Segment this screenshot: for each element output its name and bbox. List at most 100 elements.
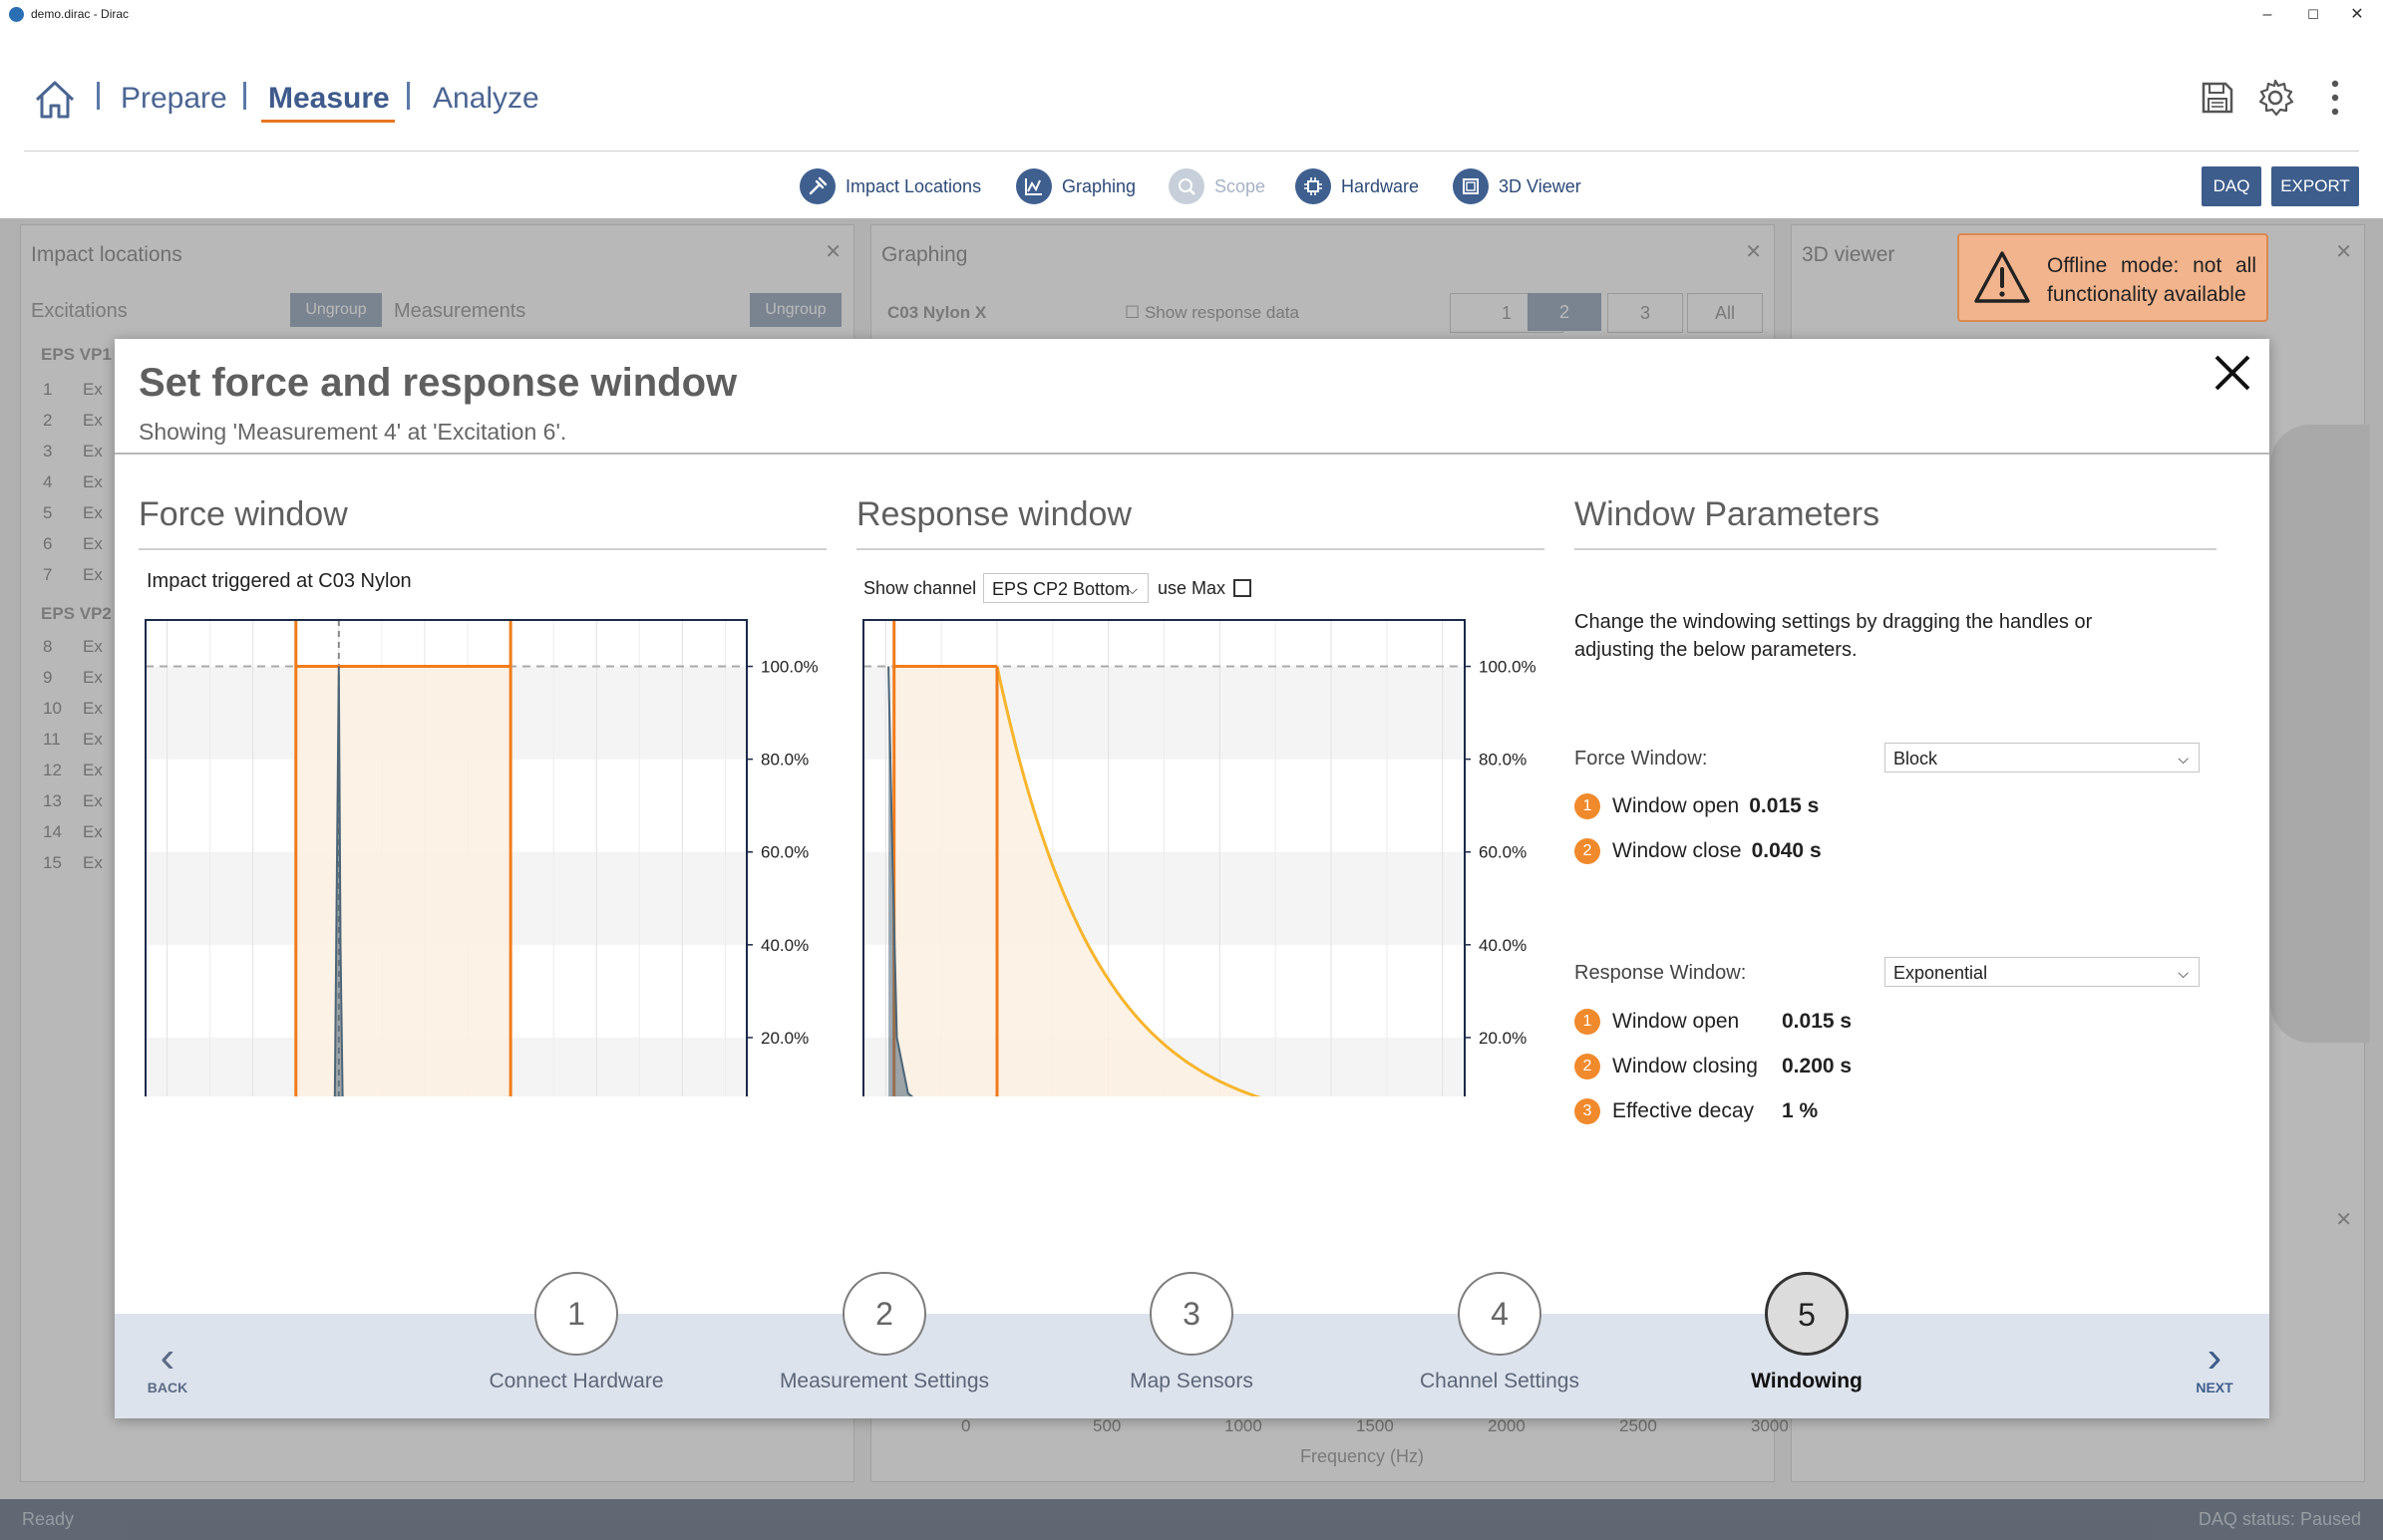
param-label: Window closing [1612,1055,1758,1078]
param-value[interactable]: 0.200 s [1782,1055,1852,1078]
dialog-title: Set force and response window [139,361,738,405]
back-button[interactable]: ‹ BACK [133,1333,202,1396]
show-channel-label: Show channel [863,578,977,598]
response-window-chart[interactable]: 0.0000.2000.4000.6000.8001.0000.0%20.0%4… [847,618,1564,1096]
tool-label: Hardware [1341,175,1420,196]
response-window-label: Response Window: [1574,962,1747,984]
param-label: Window open [1612,794,1740,817]
section-divider [1574,548,2216,550]
force-window-type-select[interactable]: Block ⌵ [1884,743,2200,772]
nav-measure[interactable]: Measure [268,82,390,116]
home-icon[interactable] [33,78,77,122]
channel-select-value: EPS CP2 Bottom [992,579,1131,599]
tool-hardware[interactable]: Hardware [1295,166,1419,206]
step-badge: 1 [1574,1009,1600,1035]
step-4-circle[interactable]: 4 [1458,1272,1541,1356]
step-2-circle[interactable]: 2 [843,1272,926,1356]
force-window-close-row[interactable]: 2 Window close 0.040 s [1574,838,1822,864]
dialog-subtitle: Showing 'Measurement 4' at 'Excitation 6… [139,419,567,445]
param-label: Window open [1612,1010,1740,1033]
header-divider [24,151,2359,152]
step-3-circle[interactable]: 3 [1150,1272,1233,1356]
response-window-open-row[interactable]: 1 Window open 0.015 s [1574,1009,1852,1035]
y-tick-label: 80.0% [1479,751,1527,770]
param-value[interactable]: 1 % [1782,1099,1818,1123]
param-value[interactable]: 0.040 s [1752,839,1822,863]
tool-scope[interactable]: Scope [1169,166,1265,206]
dialog-divider [115,453,2269,455]
hammer-icon [800,168,836,204]
nav-analyze[interactable]: Analyze [433,82,539,116]
nav-separator [97,82,100,110]
section-divider [139,548,827,550]
nav-separator [407,82,410,110]
effective-decay-row[interactable]: 3 Effective decay 1 % [1574,1098,1818,1124]
close-dialog-icon[interactable] [2211,351,2254,395]
export-button[interactable]: EXPORT [2271,166,2359,206]
channel-select[interactable]: EPS CP2 Bottom ⌵ [983,573,1149,603]
close-window-icon[interactable]: ✕ [2337,3,2377,27]
chip-icon [1295,168,1331,204]
force-window-label: Force Window: [1574,748,1708,770]
tool-impact-locations[interactable]: Impact Locations [800,166,981,206]
scope-icon [1169,168,1204,204]
title-bar: demo.dirac - Dirac – ☐ ✕ [0,0,2383,31]
next-button[interactable]: › NEXT [2180,1333,2249,1396]
use-max-checkbox[interactable] [1233,579,1251,597]
nav-active-underline [261,120,395,123]
step-3-label[interactable]: Map Sensors [1042,1370,1341,1393]
next-label: NEXT [2196,1380,2233,1395]
y-tick-label: 60.0% [1479,843,1527,862]
warning-icon [1974,251,2030,303]
param-value[interactable]: 0.015 s [1749,794,1819,818]
force-window-open-row[interactable]: 1 Window open 0.015 s [1574,793,1819,819]
minimize-icon[interactable]: – [2247,3,2287,27]
tool-3d-viewer[interactable]: 3D Viewer [1453,166,1581,206]
nav-prepare[interactable]: Prepare [121,82,227,116]
response-window-type-value: Exponential [1893,963,1988,983]
tool-label: 3D Viewer [1499,175,1581,196]
param-value[interactable]: 0.015 s [1782,1010,1852,1034]
response-window-closing-row[interactable]: 2 Window closing 0.200 s [1574,1054,1852,1079]
y-tick-label: 40.0% [761,936,809,955]
chevron-down-icon: ⌵ [1127,581,1138,597]
window-fill [295,666,511,1096]
maximize-icon[interactable]: ☐ [2293,3,2333,27]
force-window-heading: Force window [139,495,348,533]
response-plot: 0.0000.2000.4000.6000.8001.0000.0%20.0%4… [862,619,1536,1096]
param-label: Effective decay [1612,1099,1755,1122]
y-tick-label: 80.0% [761,751,809,770]
more-options-icon[interactable] [2315,78,2355,118]
step-badge: 3 [1574,1098,1600,1124]
step-1-label[interactable]: Connect Hardware [427,1370,726,1393]
y-tick-label: 20.0% [761,1029,809,1048]
response-window-type-select[interactable]: Exponential ⌵ [1884,957,2200,987]
toolbar: Impact Locations Graphing Scope Hardware… [0,153,2383,218]
chevron-down-icon: ⌵ [2178,965,2189,981]
y-tick-label: 40.0% [1479,936,1527,955]
tool-label: Scope [1214,175,1266,196]
cube-icon [1453,168,1489,204]
y-tick-label: 100.0% [761,658,819,677]
step-badge: 2 [1574,1054,1600,1079]
save-icon[interactable] [2198,78,2237,118]
step-2-label[interactable]: Measurement Settings [735,1370,1034,1393]
chevron-right-icon: › [2207,1333,2222,1382]
offline-message: Offline mode: not all functionality avai… [2047,254,2256,306]
param-label: Window close [1612,839,1742,862]
step-5-circle[interactable]: 5 [1765,1272,1849,1356]
graph-icon [1016,168,1052,204]
step-5-label[interactable]: Windowing [1657,1370,1956,1393]
window-title: demo.dirac - Dirac [31,7,130,21]
step-4-label[interactable]: Channel Settings [1350,1370,1649,1393]
force-plot: 0.0000.0100.0200.0300.0400.0500.0600.0%2… [145,619,819,1096]
chevron-left-icon: ‹ [160,1333,175,1382]
tool-graphing[interactable]: Graphing [1016,166,1136,206]
daq-button[interactable]: DAQ [2202,166,2261,206]
tool-label: Graphing [1062,175,1137,196]
force-window-type-value: Block [1893,749,1938,769]
gear-icon[interactable] [2255,78,2295,118]
force-window-chart[interactable]: 0.0000.0100.0200.0300.0400.0500.0600.0%2… [129,618,847,1096]
step-1-circle[interactable]: 1 [534,1272,618,1356]
response-window-heading: Response window [856,495,1132,533]
